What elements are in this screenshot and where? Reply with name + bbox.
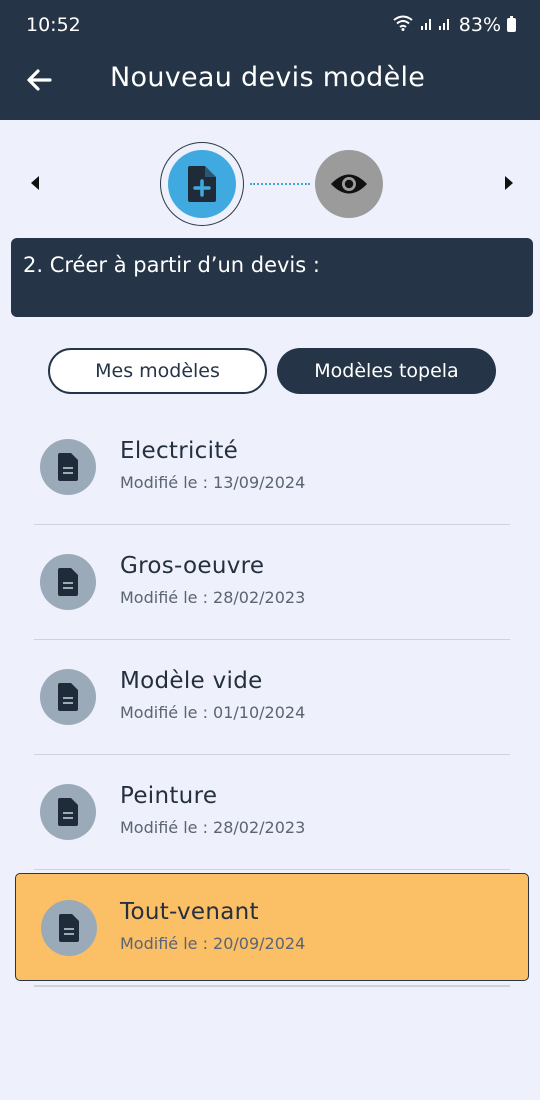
document-icon	[58, 568, 78, 596]
avatar	[41, 900, 97, 956]
list-item[interactable]: Peinture Modifié le : 28/02/2023	[34, 755, 510, 870]
avatar	[40, 784, 96, 840]
model-name: Gros-oeuvre	[120, 553, 265, 579]
step-indicator	[0, 142, 540, 228]
document-icon	[58, 683, 78, 711]
back-arrow-icon	[27, 69, 52, 91]
step-preview-button[interactable]	[315, 150, 383, 218]
divider	[34, 868, 510, 870]
signal-icon	[419, 14, 453, 36]
tab-topela-models[interactable]: Modèles topela	[277, 348, 496, 394]
wifi-icon	[393, 15, 413, 35]
step-connector	[250, 183, 310, 185]
step-banner-text: 2. Créer à partir d’un devis :	[23, 253, 320, 277]
document-icon	[58, 453, 78, 481]
model-modified-date: Modifié le : 28/02/2023	[120, 818, 306, 837]
list-item[interactable]: Modèle vide Modifié le : 01/10/2024	[34, 640, 510, 755]
battery-percent: 83%	[458, 14, 501, 36]
divider	[34, 985, 510, 987]
tab-topela-models-label: Modèles topela	[314, 360, 459, 382]
list-item[interactable]: Electricité Modifié le : 13/09/2024	[34, 410, 510, 525]
step-create-button[interactable]	[168, 150, 236, 218]
eye-icon	[331, 174, 367, 194]
model-modified-date: Modifié le : 28/02/2023	[120, 588, 306, 607]
battery-icon	[507, 16, 516, 32]
model-name: Electricité	[120, 438, 239, 464]
model-modified-date: Modifié le : 20/09/2024	[120, 934, 306, 953]
back-button[interactable]	[22, 62, 62, 98]
status-icons: 83%	[393, 14, 516, 36]
step-banner: 2. Créer à partir d’un devis :	[11, 238, 533, 317]
model-name: Modèle vide	[120, 668, 263, 694]
avatar	[40, 669, 96, 725]
model-modified-date: Modifié le : 01/10/2024	[120, 703, 306, 722]
avatar	[40, 554, 96, 610]
document-icon	[58, 798, 78, 826]
list-item[interactable]: Gros-oeuvre Modifié le : 28/02/2023	[34, 525, 510, 640]
page-title: Nouveau devis modèle	[110, 62, 426, 93]
chevron-left-icon[interactable]	[31, 176, 39, 190]
model-modified-date: Modifié le : 13/09/2024	[120, 473, 306, 492]
document-icon	[59, 914, 79, 942]
model-name: Tout-venant	[120, 899, 259, 925]
status-time: 10:52	[26, 14, 81, 36]
app-header: 10:52 83% Nouveau devis modèle	[0, 0, 540, 120]
list-item-selected[interactable]: Tout-venant Modifié le : 20/09/2024	[15, 873, 529, 981]
tab-my-models[interactable]: Mes modèles	[48, 348, 267, 394]
chevron-right-icon[interactable]	[505, 176, 513, 190]
model-name: Peinture	[120, 783, 218, 809]
file-add-icon	[188, 166, 216, 202]
avatar	[40, 439, 96, 495]
tab-my-models-label: Mes modèles	[95, 360, 220, 382]
